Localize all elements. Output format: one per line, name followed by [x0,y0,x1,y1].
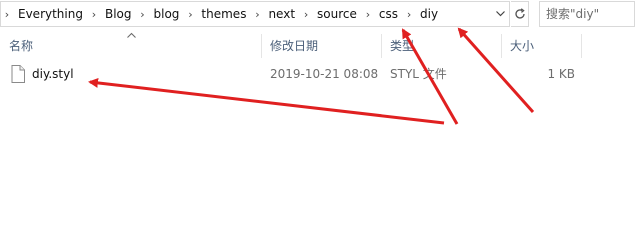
breadcrumb-source[interactable]: source [312,2,362,26]
chevron-right-icon[interactable]: › [1,2,13,26]
breadcrumb-blog-upper[interactable]: Blog [100,2,137,26]
breadcrumb-next[interactable]: next [263,2,300,26]
search-input[interactable] [546,3,635,25]
chevron-down-icon[interactable] [491,2,509,26]
chevron-right-icon[interactable]: › [300,2,312,26]
file-type: STYL 文件 [390,67,447,81]
file-modified-date: 2019-10-21 08:08 [270,67,379,81]
breadcrumb-blog[interactable]: blog [149,2,185,26]
chevron-right-icon[interactable]: › [403,2,415,26]
column-header-name[interactable]: 名称 [0,30,261,60]
chevron-right-icon[interactable]: › [184,2,196,26]
explorer-window: { "address_bar": { "crumbs": ["Everythin… [0,0,635,247]
file-size: 1 KB [547,67,575,81]
breadcrumb-themes[interactable]: themes [196,2,251,26]
refresh-icon [514,8,525,19]
arrow-to-file [88,77,445,125]
column-header-type[interactable]: 类型 [381,30,501,60]
breadcrumb-everything[interactable]: Everything [13,2,88,26]
column-header-row: 名称 修改日期 类型 大小 [0,30,635,60]
address-bar[interactable]: › Everything › Blog › blog › themes › ne… [0,1,510,27]
chevron-right-icon[interactable]: › [362,2,374,26]
search-box[interactable] [539,1,635,27]
breadcrumb-css[interactable]: css [374,2,403,26]
file-name[interactable]: diy.styl [32,62,74,86]
breadcrumb-diy[interactable]: diy [415,2,443,26]
chevron-right-icon[interactable]: › [251,2,263,26]
column-header-date[interactable]: 修改日期 [261,30,381,60]
column-divider[interactable] [581,34,582,58]
chevron-right-icon[interactable]: › [137,2,149,26]
file-icon [11,65,25,83]
chevron-right-icon[interactable]: › [88,2,100,26]
refresh-button[interactable] [511,1,529,27]
file-row[interactable]: diy.styl 2019-10-21 08:08 STYL 文件 1 KB [0,62,635,86]
breadcrumb: › Everything › Blog › blog › themes › ne… [1,2,443,26]
column-header-size[interactable]: 大小 [501,30,581,60]
